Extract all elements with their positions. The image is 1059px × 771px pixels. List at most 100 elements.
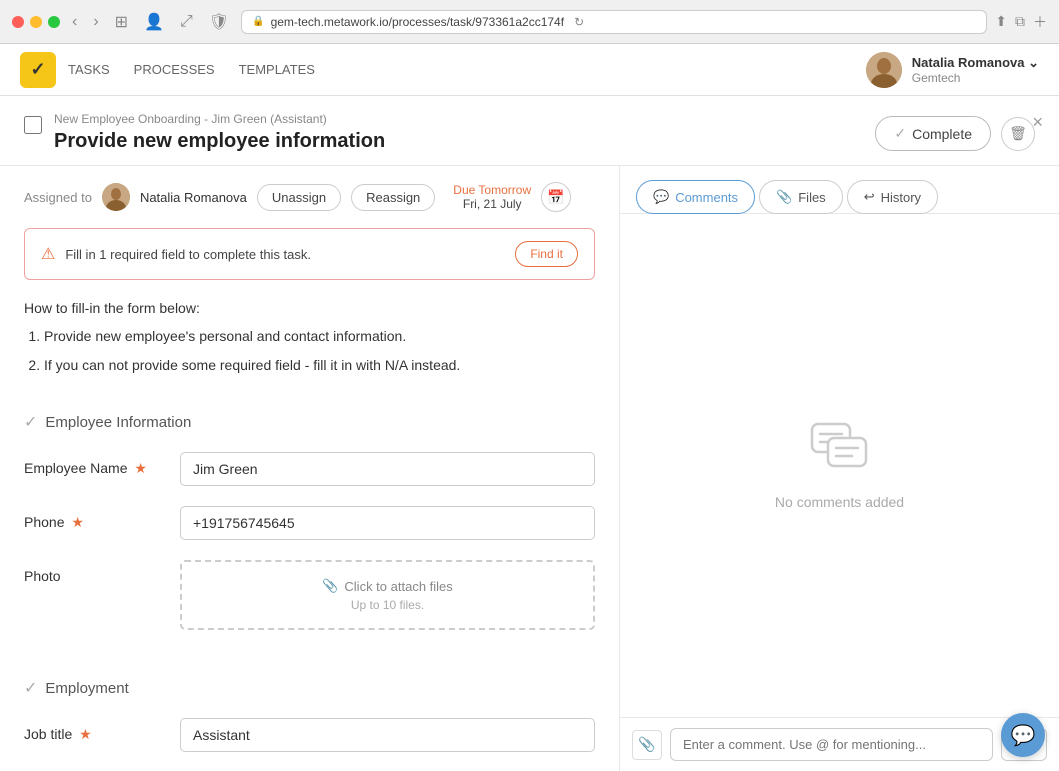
calendar-button[interactable]: 📅 — [541, 182, 571, 212]
phone-label: Phone ★ — [24, 506, 164, 531]
required-star-phone: ★ — [71, 514, 84, 530]
section-check-icon: ✓ — [24, 412, 37, 432]
chat-bubble-icon: 💬 — [1011, 723, 1036, 748]
tab-comments[interactable]: 💬 Comments — [636, 180, 755, 214]
address-bar[interactable]: 🔒 gem-tech.metawork.io/processes/task/97… — [241, 10, 987, 34]
employment-section: ✓ Employment Job title ★ — [24, 666, 595, 771]
no-comments-text: No comments added — [775, 494, 904, 510]
comment-input-row: 📎 Se — [620, 717, 1059, 771]
tab-history[interactable]: ↩ History — [847, 180, 938, 214]
comments-area: No comments added — [620, 214, 1059, 717]
forward-button[interactable]: › — [89, 11, 102, 33]
files-icon: 📎 — [776, 189, 792, 205]
lock-icon: 🔒 — [252, 16, 264, 27]
photo-upload[interactable]: 📎 Click to attach files Up to 10 files. — [180, 560, 595, 630]
task-header-right: ✓ Complete 🗑 — [875, 116, 1035, 151]
tab-files-label: Files — [798, 190, 825, 205]
comments-icon: 💬 — [653, 189, 669, 205]
section-header-employment: ✓ Employment — [24, 678, 595, 698]
calendar-icon: 📅 — [547, 189, 564, 206]
due-date-block: Due Tomorrow Fri, 21 July — [453, 183, 531, 211]
dot-red[interactable] — [12, 16, 24, 28]
unassign-button[interactable]: Unassign — [257, 184, 341, 211]
instruction-item-2: If you can not provide some required fie… — [44, 355, 595, 376]
nav-tasks[interactable]: TASKS — [68, 62, 110, 77]
assignee-name: Natalia Romanova — [140, 190, 247, 205]
section-title-employee: Employee Information — [45, 414, 191, 431]
url-text: gem-tech.metawork.io/processes/task/9733… — [271, 15, 565, 29]
employee-name-label: Employee Name ★ — [24, 452, 164, 477]
find-it-button[interactable]: Find it — [515, 241, 578, 267]
tab-files[interactable]: 📎 Files — [759, 180, 843, 214]
person-button[interactable]: 👤 — [140, 10, 168, 34]
photo-upload-label: 📎 Click to attach files — [322, 578, 453, 594]
tabs-button[interactable]: ⧉ — [1015, 13, 1025, 30]
comment-input[interactable] — [670, 728, 993, 761]
assignee-avatar — [102, 183, 130, 211]
phone-field: Phone ★ — [24, 506, 595, 540]
expand-button[interactable]: ⤢ — [176, 11, 197, 33]
user-org: Gemtech — [912, 71, 1039, 85]
nav-templates[interactable]: TEMPLATES — [239, 62, 315, 77]
required-star-job: ★ — [79, 726, 92, 742]
nav-links: TASKS PROCESSES TEMPLATES — [68, 62, 315, 77]
main-content: New Employee Onboarding - Jim Green (Ass… — [0, 96, 1059, 771]
user-name: Natalia Romanova ⌄ — [912, 55, 1039, 71]
due-date-label: Due Tomorrow — [453, 183, 531, 197]
attachment-button[interactable]: 📎 — [632, 730, 662, 760]
logo-icon[interactable]: ✓ — [20, 52, 56, 88]
left-panel: Assigned to Natalia Romanova Unassign Re… — [0, 166, 620, 771]
required-star: ★ — [134, 460, 147, 476]
user-avatar — [866, 52, 902, 88]
warning-banner: ⚠ Fill in 1 required field to complete t… — [24, 228, 595, 280]
user-name-block: Natalia Romanova ⌄ Gemtech — [912, 55, 1039, 85]
employee-section: ✓ Employee Information Employee Name ★ P… — [24, 400, 595, 654]
share-button[interactable]: ⬆ — [995, 13, 1007, 30]
complete-check-icon: ✓ — [894, 125, 906, 142]
task-title-block: New Employee Onboarding - Jim Green (Ass… — [54, 112, 385, 153]
dot-green[interactable] — [48, 16, 60, 28]
browser-dots — [12, 16, 60, 28]
photo-field: Photo 📎 Click to attach files Up to 10 f… — [24, 560, 595, 630]
user-info[interactable]: Natalia Romanova ⌄ Gemtech — [866, 52, 1039, 88]
nav-processes[interactable]: PROCESSES — [134, 62, 215, 77]
right-panel: 💬 Comments 📎 Files ↩ History — [620, 166, 1059, 771]
add-tab-button[interactable]: ＋ — [1033, 12, 1047, 32]
phone-input[interactable] — [180, 506, 595, 540]
history-icon: ↩ — [864, 189, 875, 205]
task-breadcrumb: New Employee Onboarding - Jim Green (Ass… — [54, 112, 385, 126]
chat-bubble-button[interactable]: 💬 — [1001, 713, 1045, 757]
employee-name-input[interactable] — [180, 452, 595, 486]
warning-icon: ⚠ — [41, 244, 55, 264]
task-checkbox[interactable] — [24, 116, 42, 134]
grid-button[interactable]: ⊞ — [111, 10, 132, 34]
instructions: How to fill-in the form below: Provide n… — [24, 300, 595, 376]
delete-icon: 🗑 — [1009, 125, 1027, 142]
close-button[interactable]: × — [1032, 112, 1043, 133]
tab-history-label: History — [881, 190, 921, 205]
reassign-button[interactable]: Reassign — [351, 184, 435, 211]
job-title-field: Job title ★ — [24, 718, 595, 752]
dot-yellow[interactable] — [30, 16, 42, 28]
instruction-item-1: Provide new employee's personal and cont… — [44, 326, 595, 347]
reload-icon[interactable]: ↻ — [574, 15, 584, 29]
section-header-employee: ✓ Employee Information — [24, 412, 595, 432]
browser-chrome: ‹ › ⊞ 👤 ⤢ 🛡 🔒 gem-tech.metawork.io/proce… — [0, 0, 1059, 44]
page-title: Provide new employee information — [54, 130, 385, 153]
due-date-value: Fri, 21 July — [453, 197, 531, 211]
task-header: New Employee Onboarding - Jim Green (Ass… — [0, 96, 1059, 166]
back-button[interactable]: ‹ — [68, 11, 81, 33]
section-title-employment: Employment — [45, 680, 128, 697]
app-logo: ✓ TASKS PROCESSES TEMPLATES — [20, 52, 315, 88]
job-title-input[interactable] — [180, 718, 595, 752]
paperclip-icon: 📎 — [322, 578, 338, 594]
tab-comments-label: Comments — [675, 190, 738, 205]
task-body: Assigned to Natalia Romanova Unassign Re… — [0, 166, 1059, 771]
shield-button[interactable]: 🛡 — [205, 10, 233, 34]
complete-button[interactable]: ✓ Complete — [875, 116, 991, 151]
delete-button[interactable]: 🗑 — [1001, 117, 1035, 151]
employee-name-field: Employee Name ★ — [24, 452, 595, 486]
task-header-left: New Employee Onboarding - Jim Green (Ass… — [24, 112, 385, 153]
tabs-row: 💬 Comments 📎 Files ↩ History — [620, 166, 1059, 214]
instructions-heading: How to fill-in the form below: — [24, 300, 595, 316]
